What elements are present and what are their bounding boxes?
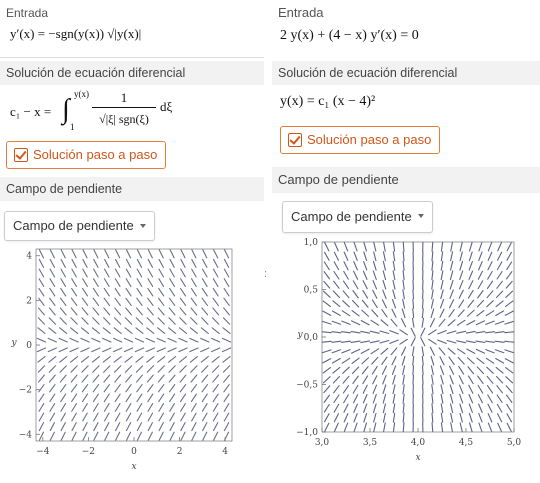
left-xtick-label: 4 <box>222 447 228 457</box>
caret-down-icon <box>418 214 424 218</box>
left-int-upper: y(x) <box>74 89 89 99</box>
left-xtick-label: −4 <box>36 447 50 457</box>
right-input-formula: 2 y(x) + (4 − x) y′(x) = 0 <box>272 24 540 48</box>
left-ytick-label: 4 <box>26 252 32 262</box>
right-xlabel: x <box>415 453 420 463</box>
right-input-label: Entrada <box>272 2 540 24</box>
left-frac-den: √|ξ| sgn(ξ) <box>92 112 156 127</box>
right-ytick-label: −0,5 <box>296 381 318 391</box>
right-input-section: Entrada 2 y(x) + (4 − x) y′(x) = 0 <box>272 2 540 48</box>
left-int-lower: 1 <box>70 122 75 132</box>
left-step-by-step-button[interactable]: Solución paso a paso <box>6 141 166 169</box>
right-xtick-label: 3,0 <box>315 438 330 448</box>
left-dxi: dξ <box>160 99 172 115</box>
right-slope-dropdown[interactable]: Campo de pendiente <box>282 201 433 233</box>
slope-segment <box>432 242 433 251</box>
left-step-button-label: Solución paso a paso <box>33 147 157 162</box>
left-xtick-label: −2 <box>82 447 95 457</box>
right-solution-formula: y(x) = c₁ (x − 4)² <box>280 94 375 110</box>
right-step-by-step-button[interactable]: Solución paso a paso <box>280 126 440 154</box>
slope-segment <box>423 375 424 384</box>
right-ytick-label: 1,0 <box>304 238 319 248</box>
left-solution-lhs: c₁ − x = <box>10 104 51 120</box>
right-panel: Entrada 2 y(x) + (4 − x) y′(x) = 0 Soluc… <box>272 0 540 479</box>
right-dropdown-label: Campo de pendiente <box>291 209 412 224</box>
right-slope-header: Campo de pendiente <box>272 167 540 193</box>
right-ylabel: y <box>296 330 303 340</box>
caret-down-icon <box>140 224 146 228</box>
left-input-formula: y′(x) = −sgn(y(x)) √|y(x)| <box>0 24 264 44</box>
left-divider <box>0 57 264 58</box>
right-plot-frame <box>322 242 514 432</box>
slope-segment <box>423 290 424 299</box>
slope-segment <box>403 242 404 251</box>
right-ytick-label: 0,5 <box>304 286 319 296</box>
left-xtick-label: 2 <box>177 447 183 457</box>
left-ytick-label: −2 <box>19 386 32 396</box>
left-solution-header: Solución de ecuación diferencial <box>0 61 264 85</box>
right-ytick-label: 0,0 <box>304 333 319 343</box>
slope-segment <box>413 366 414 375</box>
slope-segment <box>422 299 423 308</box>
left-panel: Entrada y′(x) = −sgn(y(x)) √|y(x)| Soluc… <box>0 0 264 479</box>
right-ytick-label: −1,0 <box>296 428 318 438</box>
left-ytick-label: 0 <box>26 341 32 351</box>
right-xtick-label: 3,5 <box>363 438 378 448</box>
right-xtick-label: 4,5 <box>459 438 474 448</box>
slope-segment <box>403 423 404 432</box>
left-input-section: Entrada y′(x) = −sgn(y(x)) √|y(x)| <box>0 2 264 44</box>
integral-sign: ∫ <box>62 90 70 130</box>
left-slope-dropdown[interactable]: Campo de pendiente <box>4 211 155 241</box>
left-frac-bar <box>92 107 156 108</box>
left-frac-num: 1 <box>92 90 156 106</box>
left-xlabel: x <box>131 462 136 472</box>
slope-segment <box>413 290 414 299</box>
checkbox-check-icon <box>288 133 302 147</box>
left-ylabel: y <box>10 338 17 348</box>
left-plot-frame <box>36 249 232 441</box>
left-slope-header: Campo de pendiente <box>0 177 264 201</box>
panel-separator: : <box>264 268 267 280</box>
left-ytick-label: 2 <box>26 296 32 306</box>
right-xtick-label: 5,0 <box>507 438 522 448</box>
right-slope-field-plot: 3,0 3,5 4,0 4,5 5,0 1,0 0,5 0,0 −0,5 −1,0 x y <box>272 236 540 476</box>
right-solution-header: Solución de ecuación diferencial <box>272 61 540 85</box>
slope-segment <box>413 375 414 384</box>
slope-segment <box>413 299 414 308</box>
left-dropdown-label: Campo de pendiente <box>13 218 134 233</box>
right-step-button-label: Solución paso a paso <box>307 132 431 147</box>
left-slope-field-plot: −4 −2 0 2 4 4 2 0 −2 −4 x y <box>0 243 264 483</box>
left-solution-formula: c₁ − x = ∫ y(x) 1 1 √|ξ| sgn(ξ) dξ <box>10 90 260 136</box>
checkbox-check-icon <box>14 148 28 162</box>
left-ytick-label: −4 <box>19 430 33 440</box>
left-input-label: Entrada <box>0 2 264 24</box>
slope-segment <box>432 423 433 432</box>
right-xtick-label: 4,0 <box>411 438 426 448</box>
left-xtick-label: 0 <box>131 447 137 457</box>
slope-segment <box>422 366 423 375</box>
